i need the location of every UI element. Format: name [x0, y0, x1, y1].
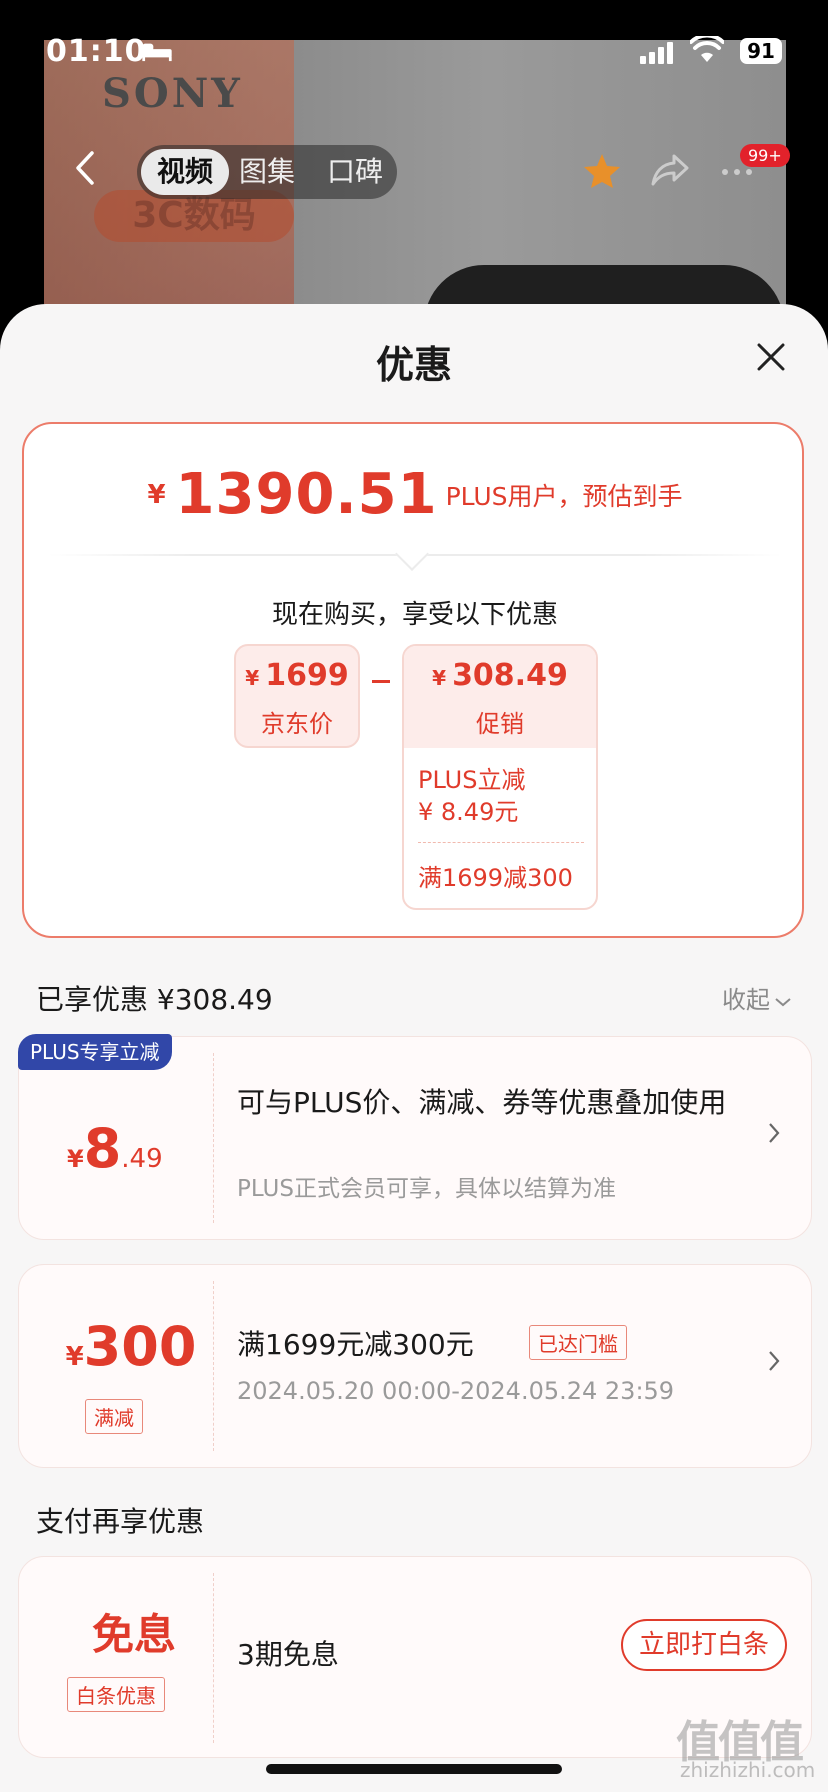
promo-item-plus-label: PLUS立减: [418, 766, 526, 794]
threshold-reached-tag: 已达门槛: [529, 1325, 627, 1360]
divider-caret: [395, 537, 429, 571]
favorite-star-icon[interactable]: [582, 152, 622, 190]
watermark-site: zhizhizhi.com: [680, 1758, 816, 1782]
battery-indicator: 91: [740, 38, 782, 64]
plus-discount-subtitle: PLUS正式会员可享，具体以结算为准: [237, 1176, 616, 1202]
plus-discount-currency: ¥: [67, 1145, 84, 1173]
pay-section-title: 支付再享优惠: [36, 1505, 205, 1538]
home-indicator[interactable]: [266, 1764, 562, 1774]
final-price-line: ¥1390.51 PLUS用户，预估到手: [24, 462, 806, 527]
plus-discount-title: 可与PLUS价、满减、券等优惠叠加使用: [237, 1086, 727, 1119]
promo-number: 308.49: [452, 658, 568, 693]
jd-price-value: ¥1699: [236, 658, 358, 693]
baitiao-type-tag: 白条优惠: [67, 1677, 165, 1712]
price-summary-card: ¥1390.51 PLUS用户，预估到手 现在购买，享受以下优惠 ¥1699 京东…: [22, 422, 804, 938]
status-time: 01:10: [46, 34, 147, 69]
promo-currency: ¥: [432, 666, 447, 690]
plus-discount-amount: ¥8.49: [67, 1117, 163, 1180]
promo-item-threshold: 满1699减300: [418, 864, 573, 892]
chevron-right-icon: [769, 1123, 780, 1143]
baitiao-amount: 免息: [91, 1610, 176, 1659]
card-divider: [213, 1281, 214, 1451]
notification-badge: 99+: [740, 144, 790, 167]
collapse-toggle[interactable]: 收起: [722, 980, 792, 1015]
card-divider: [213, 1053, 214, 1223]
minus-sign: [372, 680, 390, 683]
card-divider: [213, 1573, 214, 1743]
currency-symbol: ¥: [147, 480, 166, 510]
sheet-title: 优惠: [375, 343, 452, 387]
promo-label: 促销: [476, 710, 524, 738]
tab-reviews[interactable]: 口碑: [327, 145, 383, 199]
threshold-discount-main: 300: [83, 1315, 197, 1378]
final-price: 1390.51: [175, 462, 438, 527]
threshold-discount-amount: ¥300: [53, 1315, 209, 1378]
baitiao-text: 3期免息: [237, 1638, 339, 1671]
threshold-discount-card[interactable]: ¥300 满减 满1699元减300元 已达门槛 2024.05.20 00:0…: [18, 1264, 812, 1468]
threshold-discount-currency: ¥: [65, 1342, 84, 1372]
promo-item-plus-amount: ¥ 8.49元: [418, 798, 519, 826]
chevron-right-icon: [769, 1351, 780, 1371]
share-icon[interactable]: [650, 152, 690, 188]
back-arrow-icon[interactable]: [74, 150, 96, 186]
jd-price-label: 京东价: [261, 710, 333, 738]
promo-box: ¥308.49 促销 PLUS立减 ¥ 8.49元 满1699减300: [402, 644, 598, 910]
status-bar: 01:10 91: [0, 0, 828, 104]
promo-header: ¥308.49 促销: [404, 646, 596, 748]
discount-sheet: 优惠 ¥1390.51 PLUS用户，预估到手 现在购买，享受以下优惠 ¥1699…: [0, 304, 828, 1792]
plus-exclusive-tag: PLUS专享立减: [18, 1034, 172, 1070]
buy-now-text: 现在购买，享受以下优惠: [271, 600, 558, 630]
threshold-type-tag: 满减: [85, 1399, 143, 1434]
collapse-label: 收起: [722, 986, 770, 1014]
wifi-icon: [690, 36, 724, 62]
media-tab-switcher: 视频 图集 口碑: [137, 145, 397, 199]
close-icon[interactable]: [756, 342, 786, 372]
promo-value: ¥308.49: [404, 658, 596, 693]
final-price-note: PLUS用户，预估到手: [445, 482, 683, 511]
tab-gallery[interactable]: 图集: [239, 145, 295, 199]
jd-price-currency: ¥: [245, 666, 260, 690]
promo-item-plus: PLUS立减 ¥ 8.49元: [418, 764, 525, 828]
baitiao-button[interactable]: 立即打白条: [621, 1619, 788, 1671]
plus-discount-decimal: .49: [121, 1144, 163, 1174]
cellular-signal-icon: [640, 42, 674, 64]
chevron-up-icon: [775, 998, 791, 1007]
jd-price-box: ¥1699 京东价: [234, 644, 360, 748]
sleep-focus-icon: [142, 43, 172, 62]
promo-divider: [418, 842, 584, 843]
jd-price-number: 1699: [265, 658, 349, 693]
threshold-discount-title: 满1699元减300元: [237, 1328, 474, 1361]
tab-video[interactable]: 视频: [141, 149, 230, 195]
enjoyed-discount-label: 已享优惠 ¥308.49: [36, 983, 273, 1016]
threshold-discount-date: 2024.05.20 00:00-2024.05.24 23:59: [237, 1377, 675, 1405]
plus-discount-main: 8: [83, 1117, 122, 1180]
